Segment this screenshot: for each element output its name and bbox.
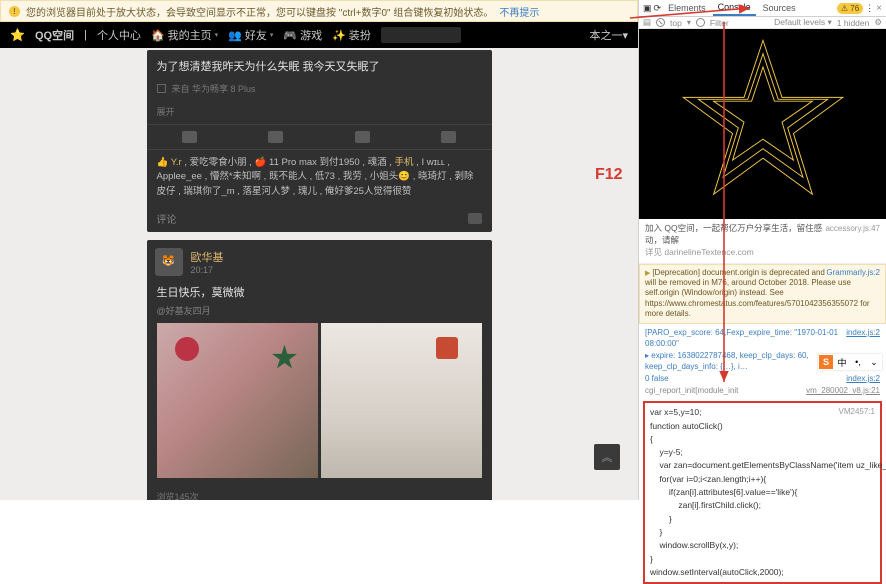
console-hidden-count: 1 hidden bbox=[837, 18, 870, 28]
nav-my-home[interactable]: 🏠我的主页▾ bbox=[151, 27, 218, 43]
tab-sources[interactable]: Sources bbox=[758, 1, 801, 15]
warning-icon: ! bbox=[9, 6, 20, 17]
scroll-to-top-button[interactable]: ︽ bbox=[594, 444, 620, 470]
post-username[interactable]: 歐华基 bbox=[191, 249, 224, 265]
camera-icon[interactable] bbox=[468, 213, 482, 224]
post-expand[interactable]: 展开 bbox=[157, 105, 175, 118]
comment-placeholder[interactable]: 评论 bbox=[157, 211, 177, 226]
ime-toolbar[interactable]: S 中 •, ⌄ bbox=[818, 354, 882, 370]
device-icon bbox=[157, 84, 166, 93]
ime-zhong-icon[interactable]: 中 bbox=[835, 355, 849, 369]
post-likes-list: 👍 Y.r , 爱吃零食小朋 , 🍎 11 Pro max 到付1950 , 魂… bbox=[147, 149, 492, 205]
devtools-warning-count[interactable]: ⚠ 76 bbox=[837, 3, 863, 14]
nav-personal-center[interactable]: 个人中心 bbox=[97, 27, 141, 43]
avatar[interactable]: 🐯 bbox=[155, 248, 183, 276]
post-image[interactable] bbox=[157, 323, 318, 478]
console-levels-dropdown[interactable]: Default levels ▾ bbox=[774, 17, 832, 28]
devtools-pane: ▣ ⟳ Elements Console Sources ⚠ 76 ⋮ × ▤ … bbox=[638, 0, 886, 500]
console-source-link[interactable]: index.js:2 bbox=[846, 373, 880, 385]
divider: | bbox=[84, 29, 87, 41]
nav-games[interactable]: 🎮游戏 bbox=[283, 27, 322, 43]
console-source-link[interactable]: vm_280002_v8.js:21 bbox=[806, 385, 880, 397]
console-deprecation-warning: Grammarly.js:2 [Deprecation] document.or… bbox=[639, 264, 886, 324]
ime-icon[interactable]: S bbox=[819, 355, 833, 369]
feed-post: 为了想清楚我昨天为什么失眠 我今天又失眠了 来自 华为畅享 8 Plus 展开 … bbox=[147, 50, 492, 232]
console-input-code[interactable]: VM2457:1var x=5,y=10; function autoClick… bbox=[643, 401, 882, 584]
warning-dismiss-link[interactable]: 不再提示 bbox=[499, 4, 539, 19]
header-right-dropdown[interactable]: 本之一▾ bbox=[589, 27, 628, 43]
search-input[interactable] bbox=[381, 27, 461, 43]
live-expr-icon[interactable] bbox=[696, 18, 705, 27]
console-source-link[interactable]: accessory.js:47 bbox=[825, 223, 880, 234]
console-source-link[interactable]: Grammarly.js:2 bbox=[826, 268, 880, 278]
post-mention[interactable]: @好基友四月 bbox=[147, 304, 492, 323]
console-source-link[interactable]: index.js:2 bbox=[846, 327, 880, 339]
feed-post: 🐯 歐华基 20:17 生日快乐，莫微微 @好基友四月 浏览145次 👍 韦 bbox=[147, 240, 492, 500]
post-action-bar bbox=[147, 124, 492, 149]
post-title: 为了想清楚我昨天为什么失眠 我今天又失眠了 bbox=[147, 50, 492, 78]
console-filter-bar: ▤ top ▾ Filter Default levels ▾ 1 hidden… bbox=[639, 17, 886, 29]
tab-elements[interactable]: Elements bbox=[663, 1, 711, 15]
feed-container: 为了想清楚我昨天为什么失眠 我今天又失眠了 来自 华为畅享 8 Plus 展开 … bbox=[0, 48, 638, 500]
clear-console-icon[interactable] bbox=[656, 18, 665, 27]
nav-decorate[interactable]: ✨装扮 bbox=[332, 27, 371, 43]
browser-warning-bar: ! 您的浏览器目前处于放大状态，会导致空间显示不正常，您可以键盘按 "ctrl+… bbox=[0, 0, 638, 22]
comment-icon[interactable] bbox=[268, 131, 283, 143]
console-ascii-art bbox=[639, 29, 886, 219]
nav-friends[interactable]: 👥好友▾ bbox=[228, 27, 273, 43]
console-context-dropdown[interactable]: top bbox=[670, 18, 682, 28]
post-device: 来自 华为畅享 8 Plus bbox=[172, 82, 256, 95]
console-sidebar-icon[interactable]: ▤ bbox=[643, 17, 651, 28]
more-icon[interactable] bbox=[441, 131, 456, 143]
post-timestamp: 20:17 bbox=[191, 265, 224, 275]
ime-settings-icon[interactable]: ⌄ bbox=[867, 355, 881, 369]
devtools-inspect-icon[interactable]: ▣ bbox=[643, 3, 652, 14]
post-view-count: 浏览145次 bbox=[157, 490, 199, 500]
post-image-grid bbox=[147, 323, 492, 486]
share-icon[interactable] bbox=[355, 131, 370, 143]
console-info-line: accessory.js:47 加入 QQ空间，一起帮亿万户分享生活，留住感动，… bbox=[639, 219, 886, 264]
qq-header: ⭐ QQ空间 | 个人中心 🏠我的主页▾ 👥好友▾ 🎮游戏 ✨装扮 本之一▾ bbox=[0, 22, 638, 48]
like-icon[interactable] bbox=[182, 131, 197, 143]
devtools-tabs-bar: ▣ ⟳ Elements Console Sources ⚠ 76 ⋮ × bbox=[639, 0, 886, 17]
devtools-device-icon[interactable]: ⟳ bbox=[654, 3, 662, 14]
post-title: 生日快乐，莫微微 bbox=[147, 284, 492, 304]
post-image[interactable] bbox=[321, 323, 482, 478]
qq-star-icon: ⭐ bbox=[10, 28, 25, 42]
devtools-close-icon[interactable]: × bbox=[876, 3, 882, 14]
tab-console[interactable]: Console bbox=[713, 0, 756, 16]
ime-keyboard-icon[interactable]: •, bbox=[851, 355, 865, 369]
devtools-menu-icon[interactable]: ⋮ bbox=[865, 3, 874, 14]
console-settings-icon[interactable]: ⚙ bbox=[874, 17, 882, 28]
qq-site-logo[interactable]: QQ空间 bbox=[35, 27, 74, 43]
console-filter-input[interactable]: Filter bbox=[710, 18, 729, 28]
warning-text: 您的浏览器目前处于放大状态，会导致空间显示不正常，您可以键盘按 "ctrl+数字… bbox=[26, 4, 493, 19]
